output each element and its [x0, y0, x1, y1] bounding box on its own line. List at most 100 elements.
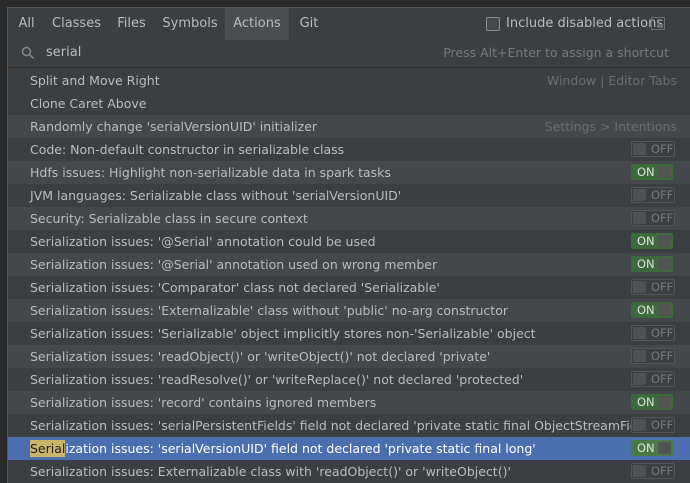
tab-symbols[interactable]: Symbols — [155, 8, 225, 40]
toggle-label: OFF — [651, 188, 674, 202]
toggle-switch-on[interactable]: ON — [631, 302, 673, 318]
toggle-switch-on[interactable]: ON — [631, 440, 673, 456]
result-row[interactable]: Serialization issues: 'serialVersionUID'… — [8, 437, 690, 460]
result-row[interactable]: Serialization issues: 'serialPersistentF… — [8, 414, 690, 437]
result-row[interactable]: Serialization issues: 'readResolve()' or… — [8, 368, 690, 391]
result-row-location: Settings > Intentions — [544, 119, 677, 134]
tab-actions[interactable]: Actions — [225, 8, 289, 40]
match-highlight: Serial — [30, 440, 66, 457]
result-row[interactable]: Security: Serializable class in secure c… — [8, 207, 690, 230]
toggle-knob — [633, 189, 646, 201]
result-row-label: Clone Caret Above — [30, 96, 147, 111]
result-row-label: Security: Serializable class in secure c… — [30, 211, 308, 226]
toggle-label: ON — [637, 395, 655, 409]
result-row[interactable]: Split and Move Right Window | Editor Tabs — [8, 69, 690, 92]
toggle-label: ON — [637, 441, 655, 455]
result-row-label: Serialization issues: '@Serial' annotati… — [30, 234, 376, 249]
result-row-label: Serialization issues: 'serialPersistentF… — [30, 418, 663, 433]
result-row[interactable]: Serialization issues: 'Externalizable' c… — [8, 299, 690, 322]
toggle-knob — [633, 143, 646, 155]
result-row-location: Window | Editor Tabs — [546, 73, 677, 88]
toggle-knob — [633, 419, 646, 431]
toggle-label: OFF — [651, 326, 674, 340]
result-row[interactable]: JVM languages: Serializable class withou… — [8, 184, 690, 207]
include-disabled-label[interactable]: Include disabled actions — [506, 8, 663, 40]
search-input[interactable]: serial — [46, 40, 81, 67]
result-row-label: JVM languages: Serializable class withou… — [30, 188, 402, 203]
toggle-switch-off[interactable]: OFF — [631, 325, 675, 341]
toggle-knob — [658, 235, 671, 247]
include-disabled-checkbox[interactable] — [486, 17, 500, 31]
toggle-knob — [633, 212, 646, 224]
search-everywhere-popup: All Classes Files Symbols Actions Git In… — [7, 7, 690, 483]
toggle-switch-off[interactable]: OFF — [631, 141, 675, 157]
toggle-label: OFF — [651, 142, 674, 156]
result-row[interactable]: Serialization issues: '@Serial' annotati… — [8, 230, 690, 253]
toggle-knob — [658, 396, 671, 408]
result-row-label: Serialization issues: '@Serial' annotati… — [30, 257, 438, 272]
result-row[interactable]: Serialization issues: Externalizable cla… — [8, 460, 690, 483]
result-row-label: Randomly change 'serialVersionUID' initi… — [30, 119, 318, 134]
toggle-switch-off[interactable]: OFF — [631, 210, 675, 226]
tab-bar: All Classes Files Symbols Actions Git In… — [8, 8, 690, 40]
tab-files[interactable]: Files — [108, 8, 155, 40]
result-row-label: Serialization issues: 'serialVersionUID'… — [30, 437, 536, 460]
toggle-switch-off[interactable]: OFF — [631, 348, 675, 364]
toggle-switch-off[interactable]: OFF — [631, 371, 675, 387]
result-row[interactable]: Serialization issues: '@Serial' annotati… — [8, 253, 690, 276]
toggle-label: ON — [637, 257, 655, 271]
result-row-label: Serialization issues: 'Serializable' obj… — [30, 326, 536, 341]
toggle-label: OFF — [651, 211, 674, 225]
toggle-switch-on[interactable]: ON — [631, 164, 673, 180]
result-row-label-rest: ization issues: 'serialVersionUID' field… — [65, 441, 536, 456]
result-row-label: Serialization issues: 'Comparator' class… — [30, 280, 440, 295]
toggle-label: ON — [637, 165, 655, 179]
result-row[interactable]: Hdfs issues: Highlight non-serializable … — [8, 161, 690, 184]
result-row-label: Serialization issues: 'readObject()' or … — [30, 349, 491, 364]
toggle-switch-on[interactable]: ON — [631, 394, 673, 410]
result-row-label: Split and Move Right — [30, 73, 160, 88]
search-bar: serial Press Alt+Enter to assign a short… — [8, 40, 690, 68]
result-row-label: Serialization issues: 'Externalizable' c… — [30, 303, 508, 318]
toggle-switch-off[interactable]: OFF — [631, 187, 675, 203]
result-row[interactable]: Serialization issues: 'Serializable' obj… — [8, 322, 690, 345]
result-row[interactable]: Code: Non-default constructor in seriali… — [8, 138, 690, 161]
toggle-knob — [633, 281, 646, 293]
result-row[interactable]: Clone Caret Above — [8, 92, 690, 115]
tab-all[interactable]: All — [8, 8, 45, 40]
toggle-knob — [658, 258, 671, 270]
toggle-knob — [658, 442, 671, 454]
result-row[interactable]: Serialization issues: 'record' contains … — [8, 391, 690, 414]
toggle-switch-on[interactable]: ON — [631, 256, 673, 272]
toggle-label: OFF — [651, 280, 674, 294]
tab-git[interactable]: Git — [289, 8, 329, 40]
toggle-knob — [633, 373, 646, 385]
toggle-label: OFF — [651, 464, 674, 478]
toggle-switch-off[interactable]: OFF — [631, 463, 675, 479]
result-row-label: Serialization issues: 'record' contains … — [30, 395, 377, 410]
result-row-label: Serialization issues: 'readResolve()' or… — [30, 372, 524, 387]
toggle-knob — [658, 304, 671, 316]
result-row[interactable]: Serialization issues: 'readObject()' or … — [8, 345, 690, 368]
result-row-label: Serialization issues: Externalizable cla… — [30, 464, 511, 479]
tab-classes[interactable]: Classes — [45, 8, 108, 40]
preview-panel-icon[interactable] — [651, 17, 665, 30]
shortcut-hint: Press Alt+Enter to assign a shortcut — [443, 45, 669, 60]
toggle-label: OFF — [651, 372, 674, 386]
result-row-label: Code: Non-default constructor in seriali… — [30, 142, 345, 157]
toggle-knob — [658, 166, 671, 178]
toggle-switch-off[interactable]: OFF — [631, 417, 675, 433]
toggle-knob — [633, 327, 646, 339]
result-row-label: Hdfs issues: Highlight non-serializable … — [30, 165, 391, 180]
search-icon — [21, 46, 35, 60]
toggle-knob — [633, 465, 646, 477]
toggle-knob — [633, 350, 646, 362]
toggle-switch-on[interactable]: ON — [631, 233, 673, 249]
toggle-label: ON — [637, 234, 655, 248]
toggle-label: ON — [637, 303, 655, 317]
toggle-label: OFF — [651, 349, 674, 363]
result-row[interactable]: Randomly change 'serialVersionUID' initi… — [8, 115, 690, 138]
result-row[interactable]: Serialization issues: 'Comparator' class… — [8, 276, 690, 299]
toggle-label: OFF — [651, 418, 674, 432]
toggle-switch-off[interactable]: OFF — [631, 279, 675, 295]
